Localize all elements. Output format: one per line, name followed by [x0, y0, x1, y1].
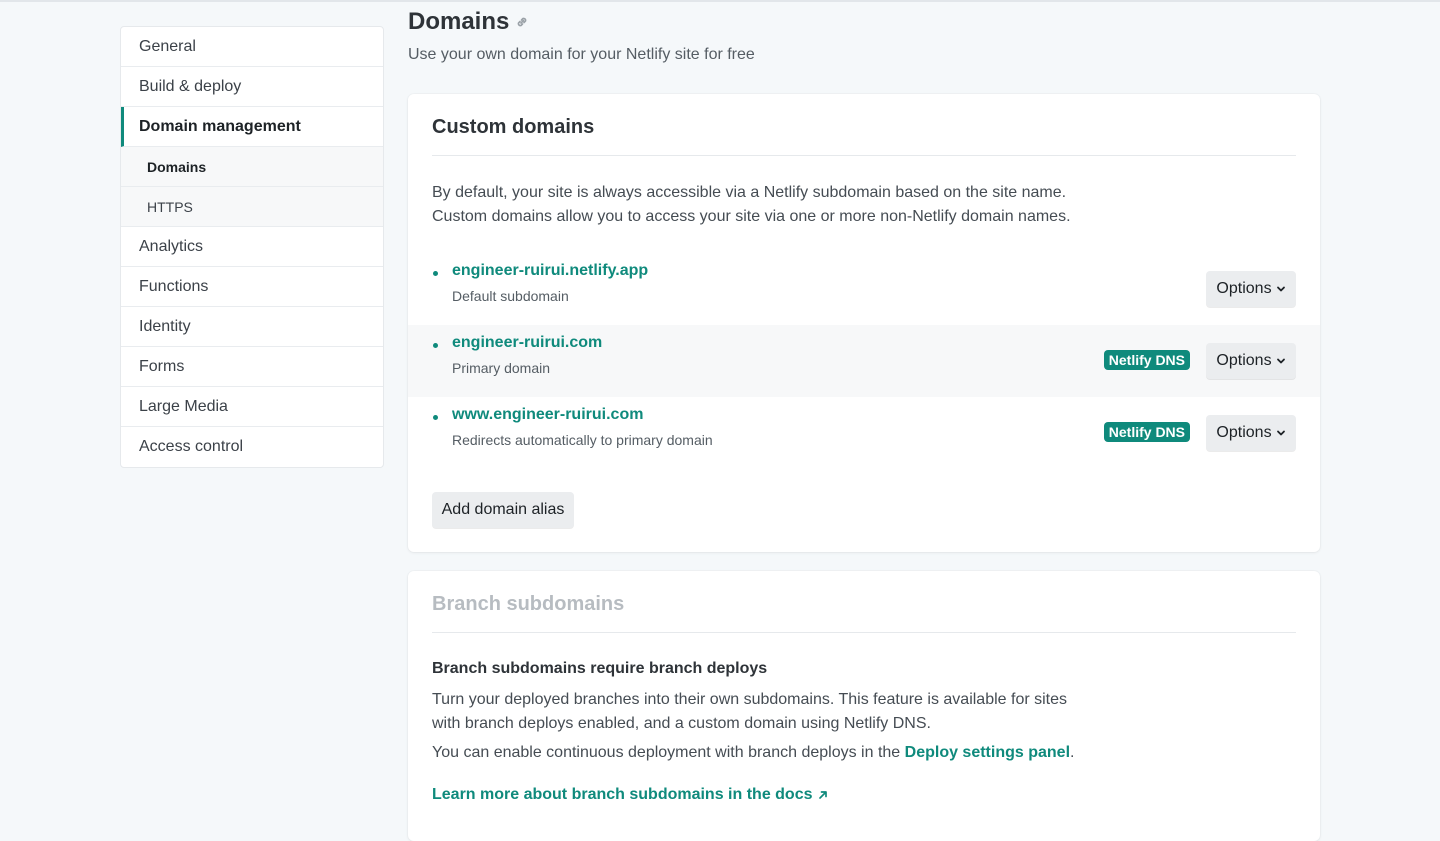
sidebar-item-identity[interactable]: Identity [121, 307, 383, 347]
learn-more-link[interactable]: Learn more about branch subdomains in th… [432, 786, 829, 804]
netlify-dns-badge: Netlify DNS [1103, 350, 1190, 370]
bullet-icon [433, 415, 438, 420]
domain-note: Redirects automatically to primary domai… [452, 432, 713, 448]
page-title-text: Domains [408, 8, 510, 35]
deploy-settings-link[interactable]: Deploy settings panel [905, 744, 1070, 761]
page-title: Domains [408, 8, 529, 36]
bullet-icon [433, 343, 438, 348]
sidebar-item-large-media[interactable]: Large Media [121, 387, 383, 427]
domain-row: engineer-ruirui.com Primary domain Netli… [408, 325, 1320, 397]
options-button[interactable]: Options [1206, 343, 1296, 379]
options-button[interactable]: Options [1206, 415, 1296, 451]
branch-subdomains-card: Branch subdomains Branch subdomains requ… [408, 571, 1320, 841]
chevron-down-icon [1276, 358, 1285, 364]
external-arrow-icon [818, 791, 827, 799]
chevron-down-icon [1276, 286, 1285, 292]
learn-more-label: Learn more about branch subdomains in th… [432, 786, 813, 803]
description-line: Custom domains allow you to access your … [432, 208, 1071, 225]
link-icon[interactable] [515, 15, 529, 29]
sidebar-item-analytics[interactable]: Analytics [121, 227, 383, 267]
sidebar-item-functions[interactable]: Functions [121, 267, 383, 307]
sidebar-subitem-https[interactable]: HTTPS [121, 187, 383, 227]
add-domain-alias-button[interactable]: Add domain alias [432, 492, 574, 528]
options-label: Options [1216, 424, 1272, 441]
deploy-text-prefix: You can enable continuous deployment wit… [432, 744, 901, 761]
branch-subdomains-deploy-text: You can enable continuous deployment wit… [432, 744, 1074, 762]
sidebar-item-access-control[interactable]: Access control [121, 427, 383, 467]
domain-note: Primary domain [452, 360, 551, 376]
divider [432, 632, 1296, 633]
netlify-dns-badge: Netlify DNS [1103, 422, 1190, 442]
branch-subdomains-title: Branch subdomains [432, 593, 625, 615]
custom-domains-title: Custom domains [432, 116, 595, 138]
branch-subdomains-text: Turn your deployed branches into their o… [432, 691, 1068, 732]
sidebar-item-domain-management[interactable]: Domain management [121, 107, 383, 147]
top-border [0, 0, 1440, 2]
domain-note: Default subdomain [452, 288, 569, 304]
options-button[interactable]: Options [1206, 271, 1296, 307]
sidebar-item-build-deploy[interactable]: Build & deploy [121, 67, 383, 107]
divider [432, 155, 1296, 156]
sidebar-subitem-domains[interactable]: Domains [121, 147, 383, 187]
domain-row: www.engineer-ruirui.com Redirects automa… [408, 397, 1320, 469]
chevron-down-icon [1276, 430, 1285, 436]
custom-domains-card: Custom domains By default, your site is … [408, 94, 1320, 552]
options-label: Options [1216, 280, 1272, 297]
page-subtitle: Use your own domain for your Netlify sit… [408, 46, 755, 63]
domain-link[interactable]: engineer-ruirui.netlify.app [452, 262, 648, 280]
custom-domains-description: By default, your site is always accessib… [432, 181, 1071, 229]
options-label: Options [1216, 352, 1272, 369]
branch-subdomains-heading: Branch subdomains require branch deploys [432, 660, 768, 677]
deploy-text-suffix: . [1070, 744, 1075, 761]
sidebar-item-forms[interactable]: Forms [121, 347, 383, 387]
domain-link[interactable]: engineer-ruirui.com [452, 334, 602, 352]
sidebar-item-general[interactable]: General [121, 27, 383, 67]
domain-link[interactable]: www.engineer-ruirui.com [452, 406, 643, 424]
bullet-icon [433, 271, 438, 276]
description-line: By default, your site is always accessib… [432, 184, 1067, 201]
settings-sidebar: General Build & deploy Domain management… [120, 26, 384, 468]
domain-row: engineer-ruirui.netlify.app Default subd… [408, 253, 1320, 325]
